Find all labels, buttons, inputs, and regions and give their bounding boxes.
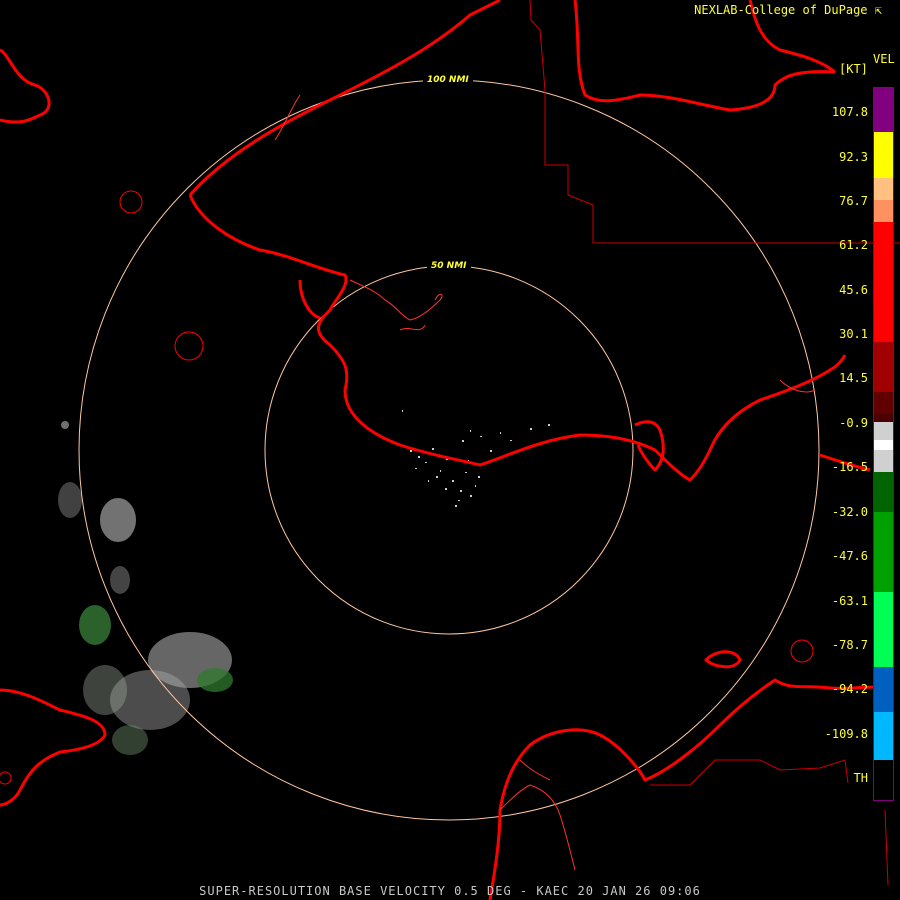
radar-map: 50 NMI 100 NMI	[0, 0, 900, 900]
arrow-cursor-icon[interactable]: ⇱	[875, 3, 882, 17]
product-label: VEL	[873, 52, 895, 66]
velocity-color-bar	[873, 87, 894, 801]
unit-label: [KT]	[839, 62, 868, 76]
scale-label: 30.1	[839, 327, 868, 341]
credit-text: NEXLAB-College of DuPage	[694, 3, 868, 17]
ring-label-50: 50 NMI	[431, 261, 467, 271]
scale-label: 92.3	[839, 150, 868, 164]
coastlines	[0, 0, 891, 900]
scale-label: 45.6	[839, 283, 868, 297]
near-radar-echoes	[402, 410, 550, 507]
scale-label: 14.5	[839, 371, 868, 385]
scale-label: -47.6	[831, 549, 868, 563]
range-rings	[78, 79, 820, 821]
scale-label: -32.0	[831, 505, 868, 519]
range-ring-100	[78, 79, 820, 821]
credit-label: NEXLAB-College of DuPage ⇱	[694, 3, 882, 17]
scale-label: 76.7	[839, 194, 868, 208]
scale-label: -0.9	[839, 416, 868, 430]
coastline-detail	[274, 94, 816, 871]
scale-label: -109.8	[824, 727, 868, 741]
scale-label: 107.8	[831, 105, 868, 119]
scale-label: TH	[853, 771, 868, 785]
ring-label-100: 100 NMI	[427, 75, 469, 85]
scale-label: -63.1	[831, 594, 868, 608]
scale-label: -94.2	[831, 682, 868, 696]
scale-label: -78.7	[831, 638, 868, 652]
scale-label: -16.5	[831, 460, 868, 474]
scale-label: 61.2	[839, 238, 868, 252]
southwest-precip-echoes	[58, 421, 233, 755]
product-caption: SUPER-RESOLUTION BASE VELOCITY 0.5 DEG -…	[199, 884, 701, 898]
